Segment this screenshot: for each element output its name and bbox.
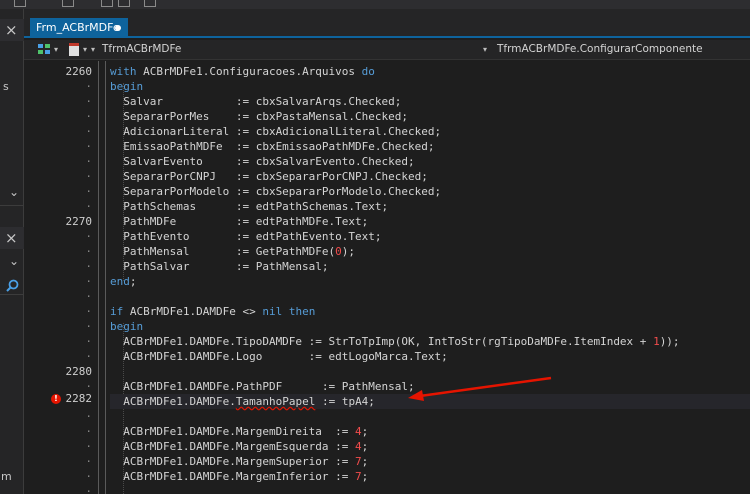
- annotation-arrow: [408, 376, 552, 401]
